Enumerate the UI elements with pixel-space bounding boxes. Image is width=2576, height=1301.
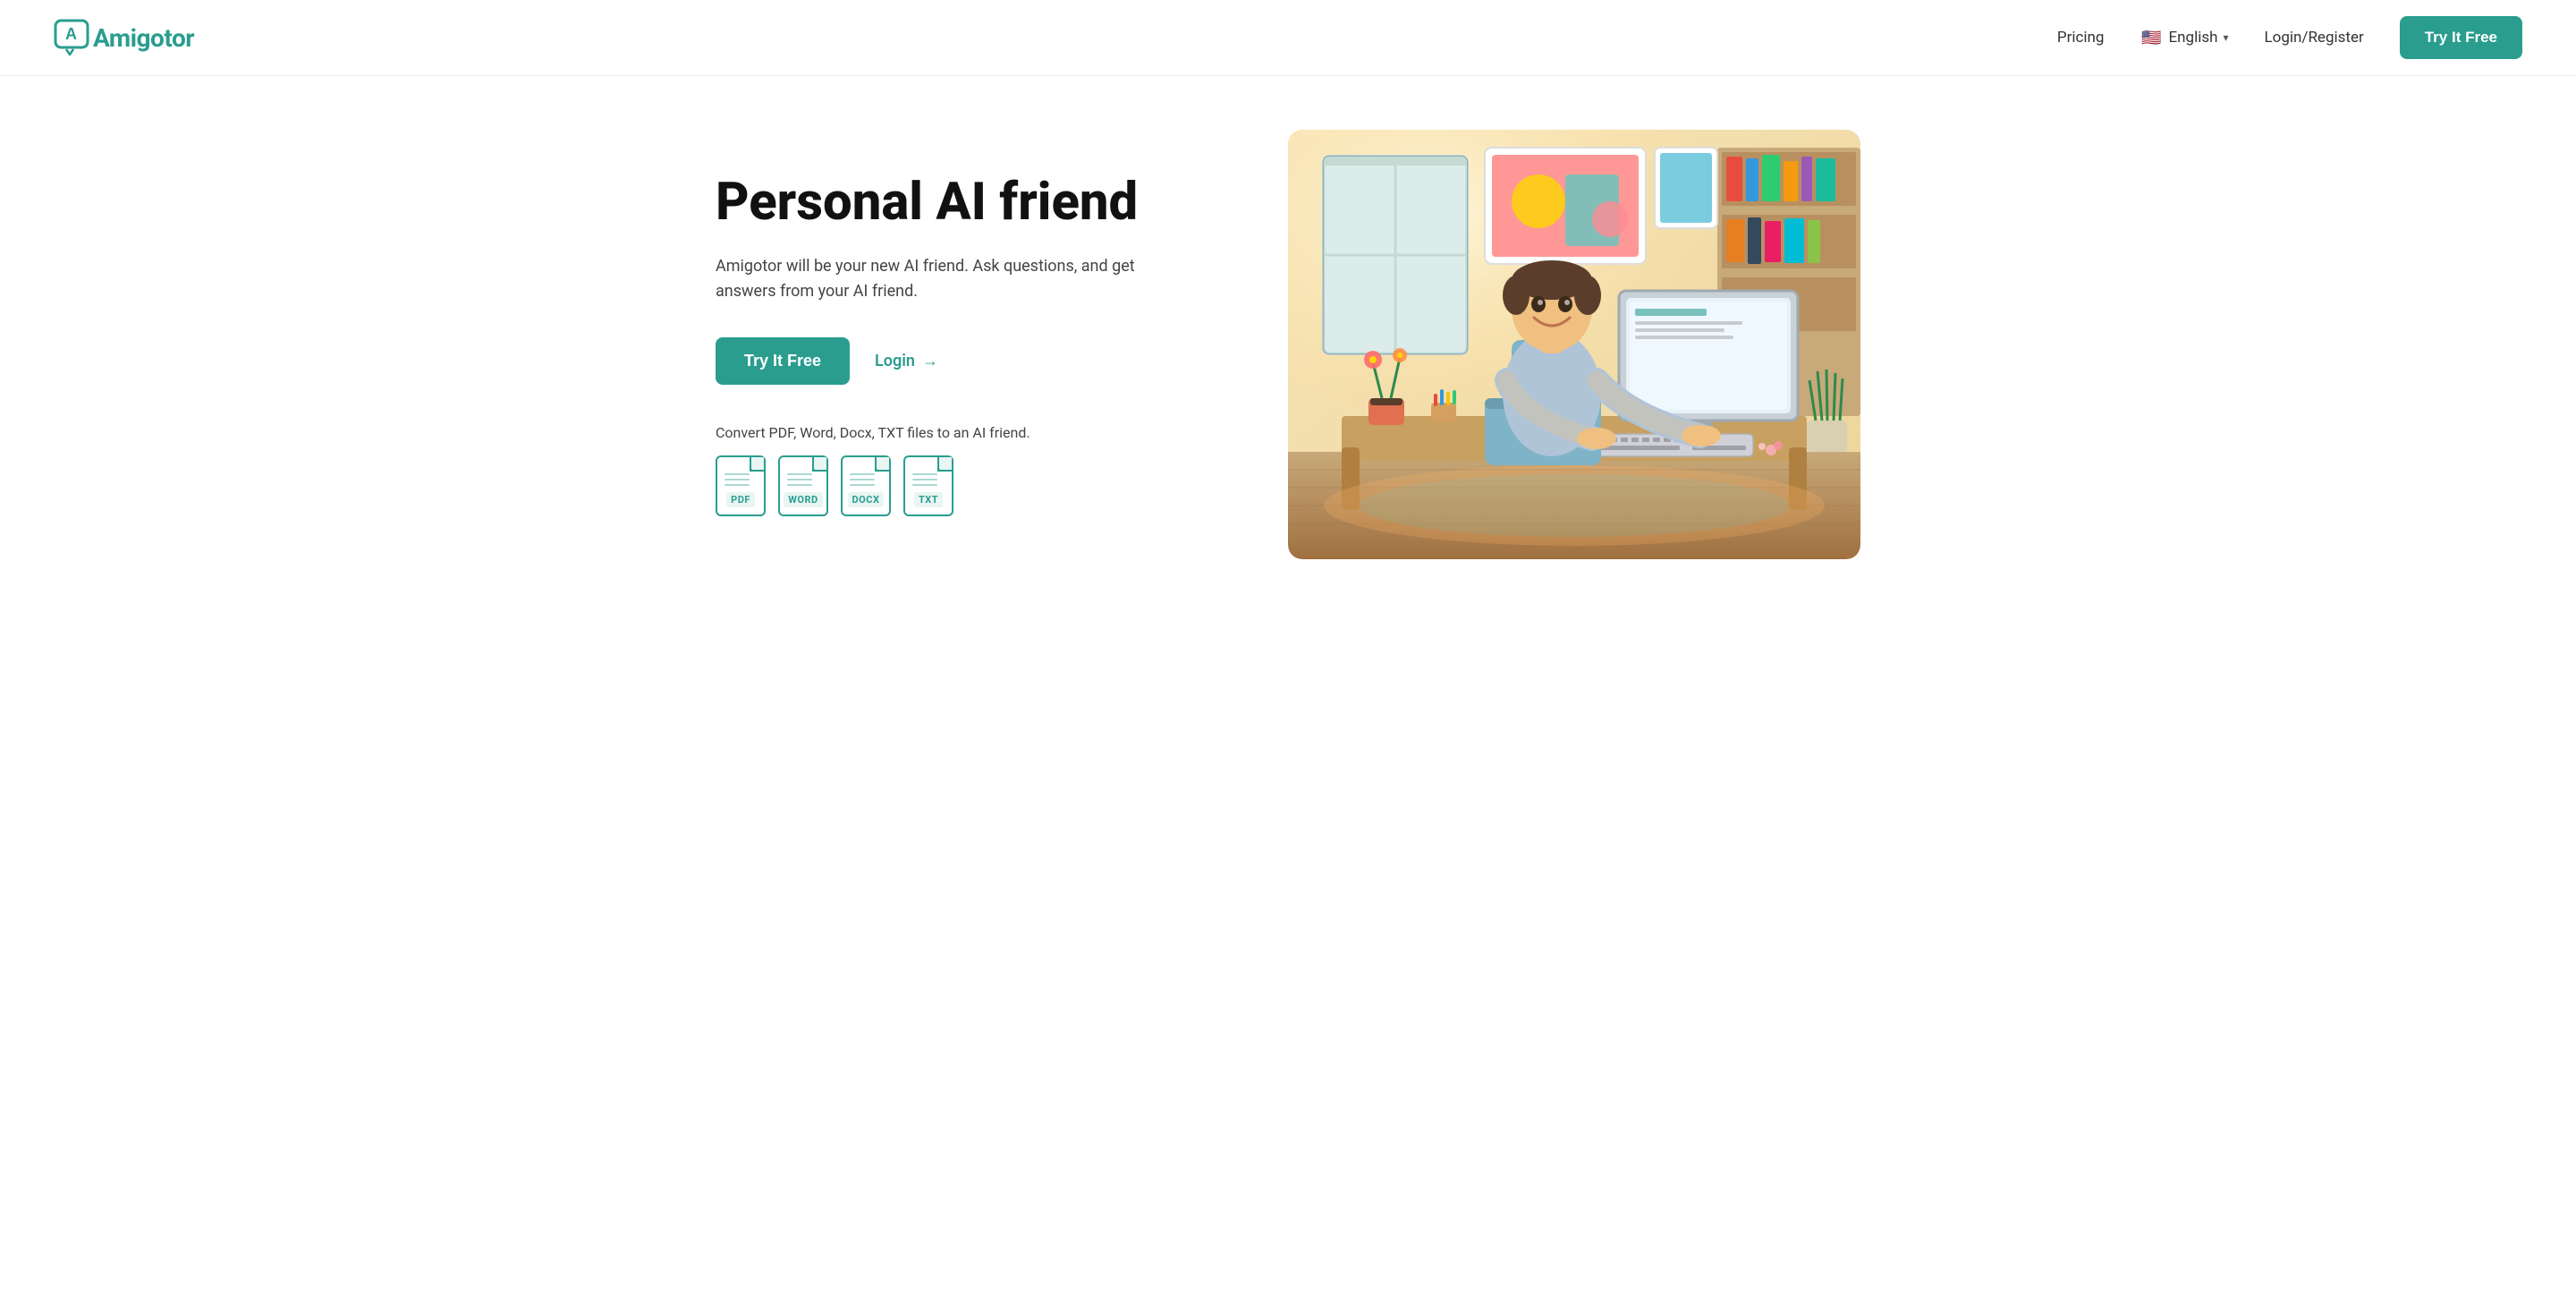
file-icon-pdf: PDF	[716, 455, 766, 516]
chevron-down-icon: ▾	[2223, 31, 2228, 44]
nav-right: Pricing 🇺🇸 English ▾ Login/Register Try …	[2057, 16, 2522, 59]
arrow-right-icon: →	[922, 352, 938, 370]
txt-label: TXT	[914, 492, 943, 507]
logo[interactable]: A Amigotor	[54, 19, 194, 56]
svg-text:A: A	[65, 25, 77, 43]
docx-label: DOCX	[848, 492, 885, 507]
hero-left: Personal AI friend Amigotor will be your…	[716, 173, 1234, 516]
hero-image-container	[1288, 130, 1860, 559]
nav-try-free-button[interactable]: Try It Free	[2400, 16, 2522, 59]
hero-subtitle: Amigotor will be your new AI friend. Ask…	[716, 254, 1145, 306]
pdf-label: PDF	[726, 492, 755, 507]
hero-image	[1288, 130, 1860, 559]
hero-try-free-button[interactable]: Try It Free	[716, 337, 850, 385]
convert-label: Convert PDF, Word, Docx, TXT files to an…	[716, 424, 1234, 441]
hero-login-button[interactable]: Login →	[875, 352, 938, 370]
file-icon-txt: TXT	[903, 455, 953, 516]
nav-login-register[interactable]: Login/Register	[2265, 29, 2364, 47]
navbar: A Amigotor Pricing 🇺🇸 English ▾ Login/Re…	[0, 0, 2576, 76]
file-icons: PDF WORD DOCX	[716, 455, 1234, 516]
hero-buttons: Try It Free Login →	[716, 337, 1234, 385]
language-label: English	[2168, 29, 2217, 47]
login-label: Login	[875, 352, 915, 370]
hero-section: Personal AI friend Amigotor will be your…	[662, 76, 1914, 613]
language-selector[interactable]: 🇺🇸 English ▾	[2140, 26, 2228, 49]
word-label: WORD	[784, 492, 822, 507]
file-icon-docx: DOCX	[841, 455, 891, 516]
hero-title: Personal AI friend	[716, 173, 1234, 233]
file-icon-word: WORD	[778, 455, 828, 516]
nav-pricing[interactable]: Pricing	[2057, 29, 2105, 47]
brand-name: Amigotor	[93, 23, 194, 53]
flag-icon: 🇺🇸	[2140, 26, 2163, 49]
